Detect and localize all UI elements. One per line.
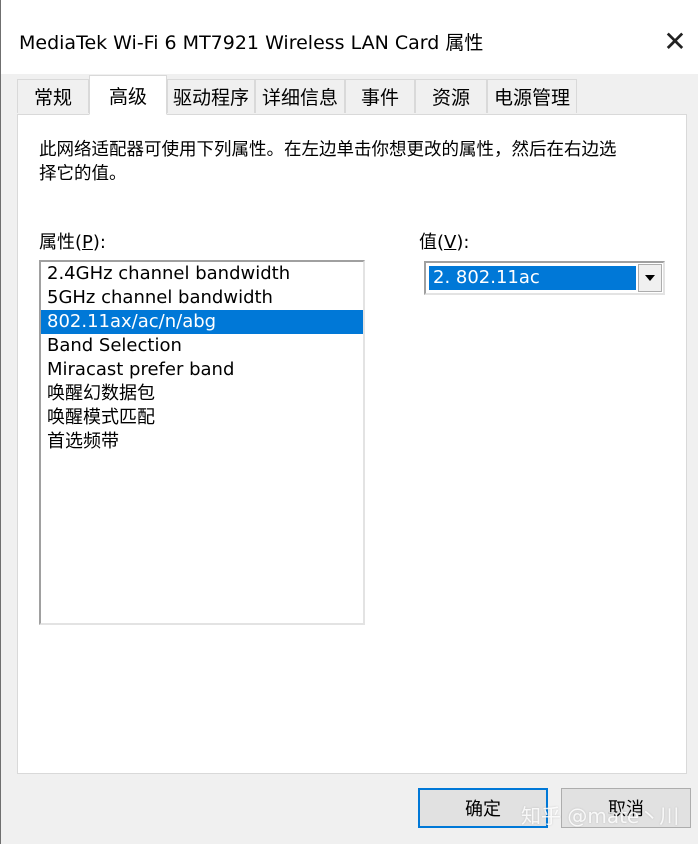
tab-power-management[interactable]: 电源管理 xyxy=(487,79,577,113)
list-item[interactable]: Miracast prefer band xyxy=(41,358,363,382)
tab-label: 常规 xyxy=(33,87,72,109)
tab-resources[interactable]: 资源 xyxy=(415,79,487,113)
tab-driver[interactable]: 驱动程序 xyxy=(167,79,255,113)
list-item[interactable]: 唤醒幻数据包 xyxy=(41,382,363,406)
tab-label: 电源管理 xyxy=(493,87,570,109)
property-listbox[interactable]: 2.4GHz channel bandwidth 5GHz channel ba… xyxy=(39,260,365,625)
tab-details[interactable]: 详细信息 xyxy=(255,79,345,113)
property-label: 属性(P): xyxy=(39,232,106,253)
tab-label: 详细信息 xyxy=(261,87,338,109)
ok-button-label: 确定 xyxy=(465,799,501,820)
dropdown-arrow-icon xyxy=(645,275,655,281)
value-label: 值(V): xyxy=(419,232,470,253)
tab-label: 资源 xyxy=(431,87,470,109)
tab-strip: 常规 高级 驱动程序 详细信息 事件 资源 电源管理 xyxy=(17,75,697,115)
tab-advanced[interactable]: 高级 xyxy=(89,75,167,115)
tab-label: 事件 xyxy=(360,87,399,109)
description-text: 此网络适配器可使用下列属性。在左边单击你想更改的属性，然后在右边选择它的值。 xyxy=(39,140,617,184)
close-button[interactable]: ✕ xyxy=(657,24,693,60)
list-item[interactable]: 唤醒模式匹配 xyxy=(41,406,363,430)
title-bar: MediaTek Wi-Fi 6 MT7921 Wireless LAN Car… xyxy=(1,0,698,74)
list-item-selected[interactable]: 802.11ax/ac/n/abg xyxy=(41,310,363,334)
tab-general[interactable]: 常规 xyxy=(17,79,89,113)
list-item[interactable]: Band Selection xyxy=(41,334,363,358)
list-item[interactable]: 首选频带 xyxy=(41,430,363,454)
value-dropdown-selected: 2. 802.11ac xyxy=(429,266,636,290)
list-item[interactable]: 5GHz channel bandwidth xyxy=(41,286,363,310)
value-dropdown[interactable]: 2. 802.11ac xyxy=(424,261,665,295)
list-item[interactable]: 2.4GHz channel bandwidth xyxy=(41,262,363,286)
dropdown-button[interactable] xyxy=(638,264,662,292)
watermark: 知乎 @mate丶川 xyxy=(521,804,680,828)
tab-label: 驱动程序 xyxy=(172,87,249,109)
properties-dialog: MediaTek Wi-Fi 6 MT7921 Wireless LAN Car… xyxy=(0,0,698,844)
tab-label: 高级 xyxy=(108,85,147,108)
window-title: MediaTek Wi-Fi 6 MT7921 Wireless LAN Car… xyxy=(19,32,484,54)
close-icon: ✕ xyxy=(663,25,687,58)
tab-events[interactable]: 事件 xyxy=(345,79,415,113)
